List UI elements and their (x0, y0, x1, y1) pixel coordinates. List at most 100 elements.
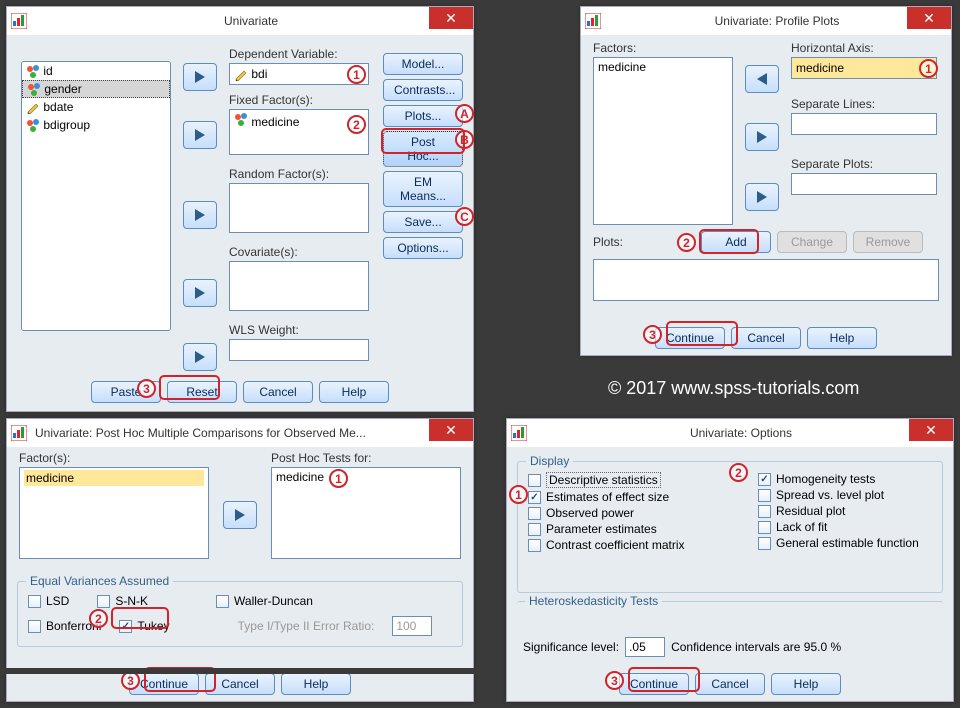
titlebar: Univariate: Post Hoc Multiple Comparison… (7, 419, 473, 447)
help-button[interactable]: Help (771, 673, 841, 695)
covariate-label: Covariate(s): (229, 245, 298, 259)
close-icon[interactable]: ✕ (909, 419, 953, 441)
dialog-title: Univariate (33, 14, 469, 28)
move-fixed-button[interactable] (183, 121, 217, 149)
haxis-field[interactable]: medicine (791, 57, 937, 79)
dialog-title: Univariate: Post Hoc Multiple Comparison… (33, 426, 469, 440)
move-wls-button[interactable] (183, 343, 217, 371)
parameter-checkbox[interactable]: Parameter estimates (528, 522, 758, 536)
dependent-field[interactable]: bdi (229, 63, 369, 85)
fixed-label: Fixed Factor(s): (229, 93, 313, 107)
help-button[interactable]: Help (281, 673, 351, 695)
list-item[interactable]: bdate (22, 98, 170, 116)
move-seplines-button[interactable] (745, 123, 779, 151)
factors-list[interactable]: medicine (19, 467, 209, 559)
move-haxis-button[interactable] (745, 65, 779, 93)
sepplots-field[interactable] (791, 173, 937, 195)
snk-checkbox[interactable]: S-N-K (97, 594, 148, 608)
seplines-field[interactable] (791, 113, 937, 135)
cancel-button[interactable]: Cancel (731, 327, 801, 349)
continue-button[interactable]: Continue (129, 673, 199, 695)
app-icon (11, 13, 27, 29)
model-button[interactable]: Model... (383, 53, 463, 75)
posthoc-dialog: Univariate: Post Hoc Multiple Comparison… (6, 418, 474, 702)
sepplots-label: Separate Plots: (791, 157, 873, 171)
cancel-button[interactable]: Cancel (243, 381, 313, 403)
factors-list[interactable]: medicine (593, 57, 733, 225)
help-button[interactable]: Help (319, 381, 389, 403)
wls-label: WLS Weight: (229, 323, 299, 337)
lsd-checkbox[interactable]: LSD (28, 594, 69, 608)
waller-checkbox[interactable]: Waller-Duncan (216, 594, 313, 608)
help-button[interactable]: Help (807, 327, 877, 349)
ratio-input[interactable] (392, 616, 432, 636)
bonferroni-checkbox[interactable]: Bonferroni (28, 619, 101, 633)
significance-label: Significance level: (523, 640, 619, 654)
titlebar: Univariate: Profile Plots ✕ (581, 7, 951, 35)
heterosk-label: Heteroskedasticity Tests (525, 594, 662, 608)
profile-plots-dialog: Univariate: Profile Plots ✕ Factors: med… (580, 6, 952, 356)
univariate-dialog: Univariate ✕ id gender bdate bdigroup De… (6, 6, 474, 412)
copyright-text: © 2017 www.spss-tutorials.com (608, 378, 859, 399)
fixed-field[interactable]: medicine (229, 109, 369, 155)
list-item[interactable]: bdigroup (22, 116, 170, 134)
general-checkbox[interactable]: General estimable function (758, 536, 919, 550)
descriptive-checkbox[interactable]: Descriptive statistics (528, 472, 758, 488)
add-button[interactable]: Add (701, 231, 771, 253)
dialog-title: Univariate: Profile Plots (607, 14, 947, 28)
equal-variances-label: Equal Variances Assumed (26, 574, 173, 588)
save-button[interactable]: Save... (383, 211, 463, 233)
continue-button[interactable]: Continue (619, 673, 689, 695)
move-dependent-button[interactable] (183, 63, 217, 91)
remove-button[interactable]: Remove (853, 231, 923, 253)
dependent-label: Dependent Variable: (229, 47, 338, 61)
app-icon (585, 13, 601, 29)
significance-input[interactable] (625, 637, 665, 657)
move-covariate-button[interactable] (183, 279, 217, 307)
random-field[interactable] (229, 183, 369, 233)
list-item[interactable]: id (22, 62, 170, 80)
cancel-button[interactable]: Cancel (695, 673, 765, 695)
close-icon[interactable]: ✕ (429, 419, 473, 441)
titlebar: Univariate: Options ✕ (507, 419, 953, 447)
wls-field[interactable] (229, 339, 369, 361)
tests-list[interactable]: medicine (271, 467, 461, 559)
confidence-label: Confidence intervals are 95.0 % (671, 640, 841, 654)
app-icon (511, 425, 527, 441)
estimates-checkbox[interactable]: ✓Estimates of effect size (528, 490, 758, 504)
random-label: Random Factor(s): (229, 167, 329, 181)
covariate-field[interactable] (229, 261, 369, 311)
tests-label: Post Hoc Tests for: (271, 451, 371, 465)
dialog-title: Univariate: Options (533, 426, 949, 440)
move-random-button[interactable] (183, 201, 217, 229)
lackoffit-checkbox[interactable]: Lack of fit (758, 520, 919, 534)
spread-checkbox[interactable]: Spread vs. level plot (758, 488, 919, 502)
reset-button[interactable]: Reset (167, 381, 237, 403)
display-label: Display (526, 454, 573, 468)
residual-checkbox[interactable]: Residual plot (758, 504, 919, 518)
options-button[interactable]: Options... (383, 237, 463, 259)
plots-button[interactable]: Plots... (383, 105, 463, 127)
observed-checkbox[interactable]: Observed power (528, 506, 758, 520)
plots-list[interactable] (593, 259, 939, 301)
close-icon[interactable]: ✕ (907, 7, 951, 29)
list-item[interactable]: gender (22, 80, 170, 98)
continue-button[interactable]: Continue (655, 327, 725, 349)
contrast-checkbox[interactable]: Contrast coefficient matrix (528, 538, 758, 552)
homogeneity-checkbox[interactable]: ✓Homogeneity tests (758, 472, 919, 486)
paste-button[interactable]: Paste (91, 381, 161, 403)
contrasts-button[interactable]: Contrasts... (383, 79, 463, 101)
options-dialog: Univariate: Options ✕ Display Descriptiv… (506, 418, 954, 702)
variable-list[interactable]: id gender bdate bdigroup (21, 61, 171, 331)
emmeans-button[interactable]: EM Means... (383, 171, 463, 207)
annotation-2: 2 (677, 233, 696, 252)
change-button[interactable]: Change (777, 231, 847, 253)
cancel-button[interactable]: Cancel (205, 673, 275, 695)
app-icon (11, 425, 27, 441)
move-posthoc-button[interactable] (223, 501, 257, 529)
posthoc-button[interactable]: Post Hoc... (383, 131, 463, 167)
close-icon[interactable]: ✕ (429, 7, 473, 29)
tukey-checkbox[interactable]: ✓Tukey (119, 619, 169, 633)
move-sepplots-button[interactable] (745, 183, 779, 211)
factors-label: Factors: (593, 41, 636, 55)
